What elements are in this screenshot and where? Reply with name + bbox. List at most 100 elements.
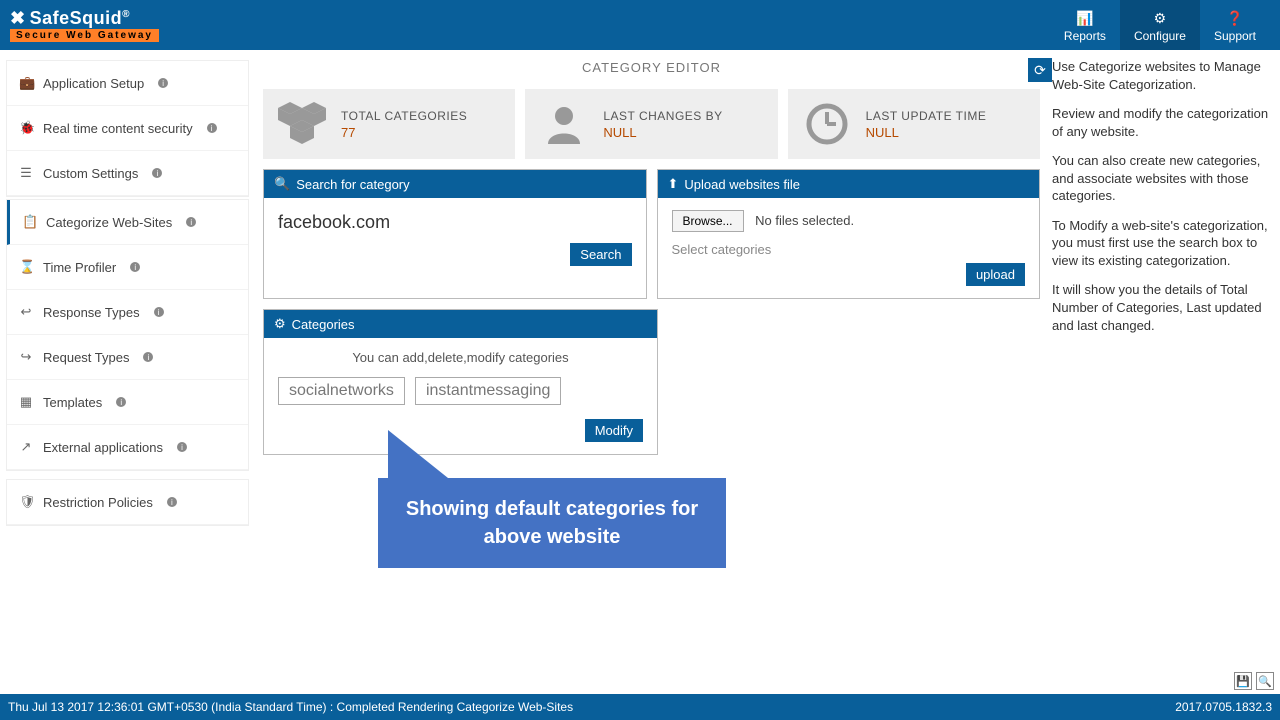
sidebar-item-application-setup[interactable]: 💼 Application Setup i <box>7 61 248 106</box>
search-icon: 🔍 <box>274 176 290 192</box>
panel-header: ⚙ Categories <box>264 310 657 338</box>
gears-icon: ⚙ <box>1154 10 1167 27</box>
brand-tagline: Secure Web Gateway <box>10 29 159 42</box>
nav-configure-label: Configure <box>1134 29 1186 43</box>
stats-row: TOTAL CATEGORIES 77 LAST CHANGES BY NULL <box>263 89 1040 159</box>
sidebar-item-request-types[interactable]: ↪ Request Types i <box>7 335 248 380</box>
search-icon[interactable]: 🔍 <box>1256 672 1274 690</box>
topbar: ✖ SafeSquid® Secure Web Gateway 📊 Report… <box>0 0 1280 50</box>
sidebar-item-label: Restriction Policies <box>43 495 153 510</box>
nav-reports[interactable]: 📊 Reports <box>1050 0 1120 50</box>
external-icon: ↗ <box>19 439 33 455</box>
panel-title: Search for category <box>296 177 409 192</box>
stat-label: TOTAL CATEGORIES <box>341 109 467 123</box>
help-text: It will show you the details of Total Nu… <box>1052 281 1272 334</box>
stat-total-categories: TOTAL CATEGORIES 77 <box>263 89 515 159</box>
sidebar-item-time-profiler[interactable]: ⌛ Time Profiler i <box>7 245 248 290</box>
select-categories-placeholder[interactable]: Select categories <box>672 242 1026 257</box>
sidebar-item-label: Response Types <box>43 305 140 320</box>
upload-icon: ⬆ <box>668 176 679 192</box>
nav-support[interactable]: ❓ Support <box>1200 0 1270 50</box>
help-icon: ❓ <box>1226 10 1243 27</box>
info-icon: i <box>152 168 162 178</box>
modify-button[interactable]: Modify <box>585 419 643 442</box>
registered-icon: ® <box>122 9 130 20</box>
info-icon: i <box>207 123 217 133</box>
help-text: Use Categorize websites to Manage Web-Si… <box>1052 58 1272 93</box>
panel-title: Upload websites file <box>684 177 800 192</box>
browse-button[interactable]: Browse... <box>672 210 744 232</box>
upload-button[interactable]: upload <box>966 263 1025 286</box>
shield-icon: 🛡 <box>19 494 33 510</box>
info-icon: i <box>177 442 187 452</box>
logo: ✖ SafeSquid® <box>10 8 159 29</box>
category-chip[interactable]: instantmessaging <box>415 377 562 405</box>
hourglass-icon: ⌛ <box>19 259 33 275</box>
info-icon: i <box>154 307 164 317</box>
info-icon: i <box>158 78 168 88</box>
briefcase-icon: 💼 <box>19 75 33 91</box>
categories-desc: You can add,delete,modify categories <box>278 350 643 365</box>
sidebar-item-label: Custom Settings <box>43 166 138 181</box>
status-text: Thu Jul 13 2017 12:36:01 GMT+0530 (India… <box>8 700 573 714</box>
stat-last-changes-by: LAST CHANGES BY NULL <box>525 89 777 159</box>
search-panel: 🔍 Search for category Search <box>263 169 647 299</box>
logo-block: ✖ SafeSquid® Secure Web Gateway <box>10 8 159 42</box>
stat-value: 77 <box>341 125 467 140</box>
sidebar-item-categorize-websites[interactable]: 📋 Categorize Web-Sites i <box>7 200 248 245</box>
upload-panel: ⬆ Upload websites file Browse... No file… <box>657 169 1041 299</box>
sidebar-item-custom-settings[interactable]: ☰ Custom Settings i <box>7 151 248 196</box>
no-files-label: No files selected. <box>755 213 854 228</box>
stat-label: LAST UPDATE TIME <box>866 109 987 123</box>
panel-title: Categories <box>292 317 355 332</box>
chart-icon: 📊 <box>1076 10 1093 27</box>
template-icon: ▦ <box>19 394 33 410</box>
panel-header: 🔍 Search for category <box>264 170 646 198</box>
list-icon: 📋 <box>22 214 36 230</box>
category-chip[interactable]: socialnetworks <box>278 377 405 405</box>
sidebar-item-label: Request Types <box>43 350 129 365</box>
stat-last-update-time: LAST UPDATE TIME NULL <box>788 89 1040 159</box>
workarea: CATEGORY EDITOR TOTAL CATEGORIES 77 <box>255 50 1048 694</box>
stat-value: NULL <box>603 125 722 140</box>
footer: Thu Jul 13 2017 12:36:01 GMT+0530 (India… <box>0 694 1280 720</box>
version-bar: 💾 🔍 <box>1228 668 1280 694</box>
stat-label: LAST CHANGES BY <box>603 109 722 123</box>
info-icon: i <box>116 397 126 407</box>
info-icon: i <box>186 217 196 227</box>
topnav: 📊 Reports ⚙ Configure ❓ Support <box>1050 0 1270 50</box>
panel-header: ⬆ Upload websites file <box>658 170 1040 198</box>
sidebar-item-response-types[interactable]: ↩ Response Types i <box>7 290 248 335</box>
forward-icon: ↪ <box>19 349 33 365</box>
nav-configure[interactable]: ⚙ Configure <box>1120 0 1200 50</box>
search-input[interactable] <box>278 210 632 243</box>
reply-icon: ↩ <box>19 304 33 320</box>
info-icon: i <box>130 262 140 272</box>
help-text: To Modify a web-site's categorization, y… <box>1052 217 1272 270</box>
info-icon: i <box>143 352 153 362</box>
sidebar-item-label: Categorize Web-Sites <box>46 215 172 230</box>
refresh-icon[interactable]: ⟳ <box>1028 58 1052 82</box>
search-button[interactable]: Search <box>570 243 631 266</box>
help-column: ⟳ Use Categorize websites to Manage Web-… <box>1048 50 1280 694</box>
save-icon[interactable]: 💾 <box>1234 672 1252 690</box>
help-text: You can also create new categories, and … <box>1052 152 1272 205</box>
sidebar-item-external-applications[interactable]: ↗ External applications i <box>7 425 248 470</box>
stat-value: NULL <box>866 125 987 140</box>
sliders-icon: ☰ <box>19 165 33 181</box>
version-text: 2017.0705.1832.3 <box>1175 700 1272 714</box>
cubes-icon <box>277 99 327 149</box>
sidebar-item-realtime-security[interactable]: 🐞 Real time content security i <box>7 106 248 151</box>
clock-icon <box>802 99 852 149</box>
sidebar-item-templates[interactable]: ▦ Templates i <box>7 380 248 425</box>
sidebar-item-label: External applications <box>43 440 163 455</box>
brand-name: SafeSquid <box>30 8 123 28</box>
nav-support-label: Support <box>1214 29 1256 43</box>
help-text: Review and modify the categorization of … <box>1052 105 1272 140</box>
callout-text: Showing default categories for above web… <box>398 495 706 551</box>
sidebar-item-restriction-policies[interactable]: 🛡 Restriction Policies i <box>7 480 248 525</box>
sidebar-item-label: Real time content security <box>43 121 193 136</box>
category-chips: socialnetworks instantmessaging <box>278 377 643 405</box>
info-icon: i <box>167 497 177 507</box>
bug-icon: 🐞 <box>19 120 33 136</box>
